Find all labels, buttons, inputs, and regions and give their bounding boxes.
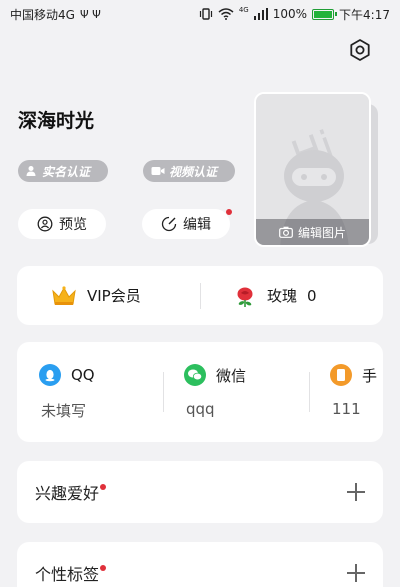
nickname: 深海时光 <box>18 110 95 132</box>
personal-tags-row[interactable]: 个性标签 <box>17 542 383 587</box>
edit-icon <box>161 216 177 232</box>
interests-dot <box>100 484 107 490</box>
signal-icon <box>253 8 268 20</box>
clock: 下午4:17 <box>339 7 390 22</box>
vibrate-icon <box>199 8 212 20</box>
social-divider <box>163 372 164 412</box>
personal-tags-dot <box>100 565 107 571</box>
vip-label: VIP会员 <box>87 287 141 305</box>
camera-icon <box>279 226 293 238</box>
battery-icon <box>312 8 338 20</box>
phone-label: 手 <box>362 366 378 385</box>
rose-count: 0 <box>307 286 317 305</box>
video-icon <box>151 167 165 175</box>
rose-label: 玫瑰 <box>267 287 298 305</box>
photo-card: Hi 编辑图片 <box>254 92 371 247</box>
vip-card: VIP会员 玫瑰 0 <box>17 266 383 325</box>
qq-label: QQ <box>71 366 95 384</box>
phone-value: 111 <box>332 400 361 418</box>
network-type-label: 4G <box>238 6 249 14</box>
add-tag-icon[interactable] <box>347 564 365 582</box>
video-badge: 视频认证 <box>143 160 235 182</box>
wifi-icon <box>218 8 234 20</box>
social-qq[interactable]: QQ 未填写 <box>39 342 169 442</box>
edit-photo-label: 编辑图片 <box>297 225 346 240</box>
user-verified-icon <box>26 166 36 176</box>
social-phone[interactable]: 手 111 <box>330 342 383 442</box>
interests-row[interactable]: 兴趣爱好 <box>17 461 383 523</box>
real-name-badge-label: 实名认证 <box>42 164 91 179</box>
qq-icon <box>39 364 61 386</box>
settings-icon[interactable] <box>348 38 372 62</box>
vip-divider <box>200 283 201 309</box>
preview-icon <box>37 216 53 232</box>
wechat-icon <box>184 364 206 386</box>
wechat-label: 微信 <box>216 366 247 385</box>
social-divider <box>309 372 310 412</box>
crown-icon <box>52 285 76 305</box>
qq-value: 未填写 <box>41 402 87 420</box>
phone-icon <box>330 364 352 386</box>
interests-label: 兴趣爱好 <box>35 484 100 503</box>
wechat-value: qqq <box>186 400 215 418</box>
edit-button[interactable]: 编辑 <box>142 209 230 239</box>
social-wechat[interactable]: 微信 qqq <box>184 342 314 442</box>
preview-button[interactable]: 预览 <box>18 209 106 239</box>
edit-notification-dot <box>226 209 232 215</box>
edit-photo-button[interactable]: 编辑图片 <box>256 219 369 245</box>
profile-photo[interactable]: Hi 编辑图片 <box>254 92 378 252</box>
personal-tags-label: 个性标签 <box>35 565 100 584</box>
video-badge-label: 视频认证 <box>169 164 218 179</box>
rose-icon <box>237 287 253 307</box>
edit-button-label: 编辑 <box>183 217 211 233</box>
roses[interactable]: 玫瑰 0 <box>233 266 317 325</box>
battery-percent: 100% <box>272 7 308 21</box>
status-bar: 中国移动4G Ψ Ψ 4G 100% 下午4:17 <box>0 0 400 28</box>
add-interest-icon[interactable] <box>347 483 365 501</box>
social-accounts-card: QQ 未填写 微信 qqq 手 111 <box>17 342 383 442</box>
preview-button-label: 预览 <box>59 217 87 233</box>
real-name-badge: 实名认证 <box>18 160 108 182</box>
carrier-label: 中国移动4G <box>10 7 75 22</box>
vip-membership[interactable]: VIP会员 <box>51 266 141 325</box>
usb-icon: Ψ Ψ <box>79 7 101 21</box>
